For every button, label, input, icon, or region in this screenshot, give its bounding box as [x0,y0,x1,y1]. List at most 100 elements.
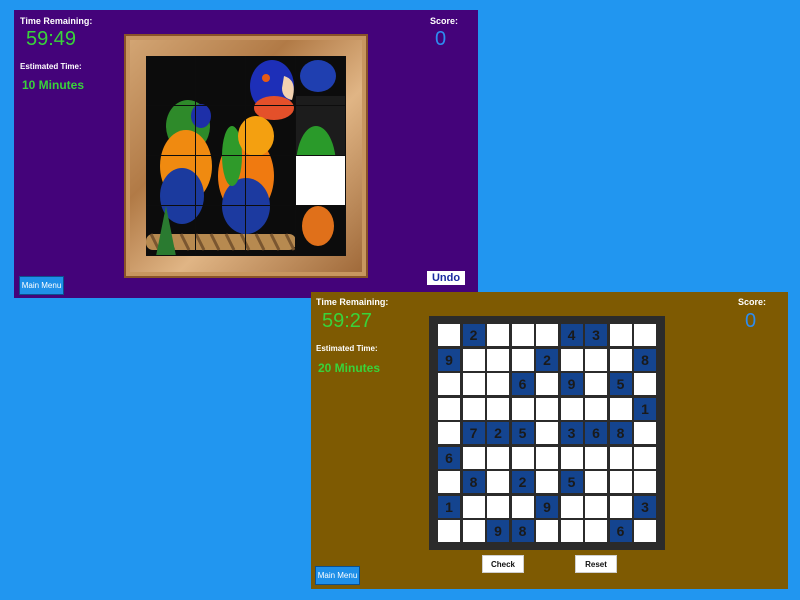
sudoku-empty-cell[interactable] [634,324,656,346]
sudoku-empty-cell[interactable] [511,397,534,420]
sudoku-empty-cell[interactable] [585,471,607,493]
sudoku-empty-cell[interactable] [462,495,485,518]
puzzle-tile[interactable] [246,56,295,105]
sudoku-empty-cell[interactable] [560,495,583,518]
sudoku-empty-cell[interactable] [462,520,485,542]
sudoku-given-cell[interactable]: 2 [511,471,534,493]
sudoku-given-cell[interactable]: 3 [634,495,656,518]
sudoku-empty-cell[interactable] [536,446,558,469]
sudoku-empty-cell[interactable] [634,446,656,469]
sudoku-empty-cell[interactable] [634,471,656,493]
sudoku-empty-cell[interactable] [609,324,632,346]
sudoku-empty-cell[interactable] [438,324,460,346]
sudoku-given-cell[interactable]: 9 [487,520,509,542]
puzzle-tile[interactable] [296,56,345,105]
sudoku-empty-cell[interactable] [438,373,460,395]
sudoku-empty-cell[interactable] [487,348,509,371]
sudoku-empty-cell[interactable] [560,348,583,371]
sudoku-empty-cell[interactable] [609,471,632,493]
sudoku-empty-cell[interactable] [462,397,485,420]
sudoku-given-cell[interactable]: 5 [609,373,632,395]
sudoku-given-cell[interactable]: 9 [560,373,583,395]
puzzle-tile[interactable] [246,156,295,205]
sudoku-empty-cell[interactable] [585,495,607,518]
sudoku-empty-cell[interactable] [536,471,558,493]
sudoku-empty-cell[interactable] [487,471,509,493]
sudoku-given-cell[interactable]: 1 [634,397,656,420]
sudoku-empty-cell[interactable] [585,348,607,371]
sudoku-given-cell[interactable]: 6 [585,422,607,444]
sudoku-given-cell[interactable]: 1 [438,495,460,518]
sudoku-given-cell[interactable]: 6 [438,446,460,469]
sudoku-given-cell[interactable]: 2 [487,422,509,444]
sudoku-given-cell[interactable]: 6 [609,520,632,542]
sudoku-empty-cell[interactable] [560,397,583,420]
puzzle-tile[interactable] [146,206,195,255]
sudoku-empty-cell[interactable] [487,373,509,395]
sudoku-empty-cell[interactable] [609,446,632,469]
sudoku-empty-cell[interactable] [634,373,656,395]
undo-button[interactable]: Undo [427,271,465,285]
sudoku-empty-cell[interactable] [609,348,632,371]
sudoku-given-cell[interactable]: 3 [560,422,583,444]
sudoku-empty-cell[interactable] [560,520,583,542]
sudoku-empty-cell[interactable] [609,495,632,518]
sudoku-empty-cell[interactable] [511,324,534,346]
puzzle-main-menu-button[interactable]: Main Menu [19,276,64,295]
sudoku-empty-cell[interactable] [634,422,656,444]
sudoku-given-cell[interactable]: 2 [536,348,558,371]
sudoku-empty-cell[interactable] [438,397,460,420]
reset-button[interactable]: Reset [576,556,616,572]
sudoku-empty-cell[interactable] [585,397,607,420]
puzzle-tile[interactable] [146,56,195,105]
sudoku-main-menu-button[interactable]: Main Menu [315,566,360,585]
sudoku-given-cell[interactable]: 6 [511,373,534,395]
puzzle-tile[interactable] [246,106,295,155]
check-button[interactable]: Check [483,556,523,572]
sudoku-empty-cell[interactable] [487,446,509,469]
puzzle-tile[interactable] [146,106,195,155]
sudoku-empty-cell[interactable] [438,422,460,444]
puzzle-tile[interactable] [246,206,295,255]
sudoku-given-cell[interactable]: 9 [438,348,460,371]
sudoku-given-cell[interactable]: 2 [462,324,485,346]
sudoku-empty-cell[interactable] [462,446,485,469]
sudoku-given-cell[interactable]: 5 [560,471,583,493]
sudoku-given-cell[interactable]: 7 [462,422,485,444]
sudoku-given-cell[interactable]: 9 [536,495,558,518]
sudoku-empty-cell[interactable] [511,348,534,371]
sudoku-empty-cell[interactable] [536,373,558,395]
sudoku-empty-cell[interactable] [609,397,632,420]
sudoku-given-cell[interactable]: 8 [634,348,656,371]
sudoku-given-cell[interactable]: 8 [609,422,632,444]
sudoku-empty-cell[interactable] [560,446,583,469]
puzzle-tile[interactable] [196,156,245,205]
sudoku-empty-cell[interactable] [585,446,607,469]
puzzle-tile[interactable] [196,56,245,105]
sudoku-empty-cell[interactable] [511,446,534,469]
sudoku-empty-cell[interactable] [536,422,558,444]
sudoku-given-cell[interactable]: 8 [462,471,485,493]
sudoku-given-cell[interactable]: 4 [560,324,583,346]
sudoku-empty-cell[interactable] [585,520,607,542]
puzzle-tile[interactable] [146,156,195,205]
puzzle-tile[interactable] [196,106,245,155]
sudoku-given-cell[interactable]: 3 [585,324,607,346]
sudoku-empty-cell[interactable] [438,520,460,542]
sudoku-empty-cell[interactable] [487,324,509,346]
sudoku-empty-cell[interactable] [462,373,485,395]
sudoku-empty-cell[interactable] [487,495,509,518]
sudoku-empty-cell[interactable] [487,397,509,420]
puzzle-tile[interactable] [196,206,245,255]
sudoku-empty-cell[interactable] [634,520,656,542]
sudoku-empty-cell[interactable] [511,495,534,518]
sudoku-empty-cell[interactable] [536,397,558,420]
sudoku-empty-cell[interactable] [462,348,485,371]
sudoku-empty-cell[interactable] [585,373,607,395]
sudoku-given-cell[interactable]: 8 [511,520,534,542]
puzzle-tile[interactable] [296,206,345,255]
puzzle-tile[interactable] [296,106,345,155]
sudoku-given-cell[interactable]: 5 [511,422,534,444]
empty-tile[interactable] [296,156,345,205]
sudoku-empty-cell[interactable] [536,324,558,346]
